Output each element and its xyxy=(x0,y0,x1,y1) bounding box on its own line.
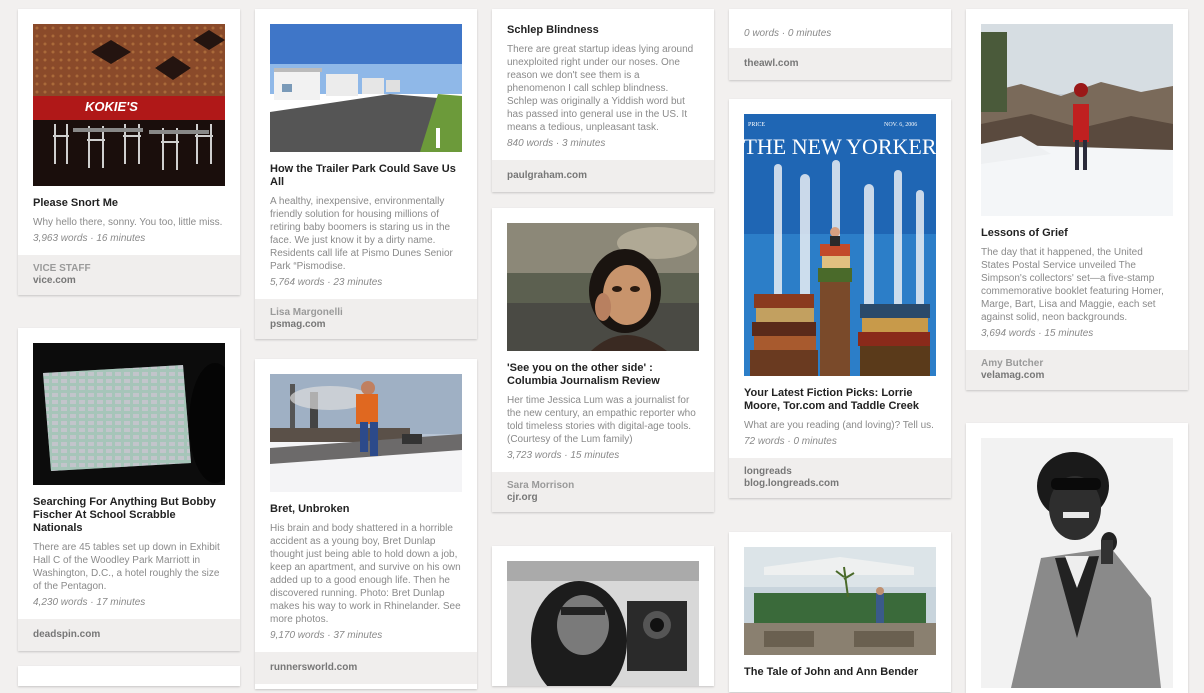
article-description: There are 45 tables set up down in Exhib… xyxy=(33,542,220,592)
article-description: A healthy, inexpensive, environmentally … xyxy=(270,196,453,272)
reading-time: 0 words · 0 minutes xyxy=(744,28,832,39)
article-description: What are you reading (and loving)? Tell … xyxy=(744,420,934,431)
article-description: Her time Jessica Lum was a journalist fo… xyxy=(507,395,696,445)
reading-time: 9,170 words · 37 minutes xyxy=(270,630,383,641)
source-domain[interactable]: paulgraham.com xyxy=(507,170,699,182)
reading-time: 840 words · 3 minutes xyxy=(507,138,606,149)
card-footer: theawl.com xyxy=(729,48,951,80)
article-image[interactable]: PRICE NOV. 6, 2006 THE NEW YORKER xyxy=(744,114,936,376)
article-image[interactable] xyxy=(270,24,462,152)
article-card[interactable] xyxy=(18,666,240,686)
article-title[interactable]: 'See you on the other side' : Columbia J… xyxy=(507,362,699,388)
source-domain[interactable]: velamag.com xyxy=(981,370,1173,382)
article-card[interactable] xyxy=(966,423,1188,693)
reading-time: 4,230 words · 17 minutes xyxy=(33,597,146,608)
article-title[interactable]: Lessons of Grief xyxy=(981,227,1173,240)
reading-time: 3,694 words · 15 minutes xyxy=(981,328,1094,339)
article-image[interactable] xyxy=(981,438,1173,688)
card-footer: deadspin.com xyxy=(18,619,240,651)
article-card[interactable]: Searching For Anything But Bobby Fischer… xyxy=(18,328,240,651)
article-title[interactable]: Searching For Anything But Bobby Fischer… xyxy=(33,496,225,535)
article-description: The day that it happened, the United Sta… xyxy=(981,247,1164,323)
author-name[interactable]: Lisa Margonelli xyxy=(270,307,462,319)
article-description: There are great startup ideas lying arou… xyxy=(507,44,694,133)
reading-time: 3,723 words · 15 minutes xyxy=(507,450,620,461)
article-card[interactable]: PRICE NOV. 6, 2006 THE NEW YORKER Your L… xyxy=(729,99,951,498)
article-title[interactable]: Bret, Unbroken xyxy=(270,503,462,516)
source-domain[interactable]: deadspin.com xyxy=(33,629,225,641)
card-footer: runnersworld.com xyxy=(255,652,477,684)
article-card[interactable]: The Tale of John and Ann Bender xyxy=(729,532,951,692)
reading-time: 5,764 words · 23 minutes xyxy=(270,277,383,288)
source-domain[interactable]: cjr.org xyxy=(507,492,699,504)
article-image[interactable] xyxy=(744,547,936,655)
sign-text: KOKIE'S xyxy=(85,99,138,114)
reading-time: 3,963 words · 16 minutes xyxy=(33,233,146,244)
source-domain[interactable]: runnersworld.com xyxy=(270,662,462,674)
article-description: Why hello there, sonny. You too, little … xyxy=(33,217,223,228)
article-image[interactable] xyxy=(33,343,225,485)
source-domain[interactable]: theawl.com xyxy=(744,58,936,70)
article-card[interactable]: How the Trailer Park Could Save Us All A… xyxy=(255,9,477,339)
article-card[interactable]: Lessons of Grief The day that it happene… xyxy=(966,9,1188,390)
article-title[interactable]: Please Snort Me xyxy=(33,197,225,210)
article-image[interactable] xyxy=(507,561,699,686)
card-footer: paulgraham.com xyxy=(492,160,714,192)
article-title[interactable]: How the Trailer Park Could Save Us All xyxy=(270,163,462,189)
article-card[interactable] xyxy=(492,546,714,686)
article-image[interactable] xyxy=(270,374,462,492)
article-card[interactable]: Bret, Unbroken His brain and body shatte… xyxy=(255,359,477,689)
article-card[interactable]: KOKIE'S Please Snort Me Why hello there,… xyxy=(18,9,240,295)
cover-date: NOV. 6, 2006 xyxy=(884,122,917,128)
author-name[interactable]: longreads xyxy=(744,466,936,478)
magazine-masthead: THE NEW YORKER xyxy=(744,134,936,159)
cover-price: PRICE xyxy=(748,122,765,128)
article-image[interactable] xyxy=(507,223,699,351)
article-title[interactable]: Schlep Blindness xyxy=(507,24,699,37)
article-card[interactable]: 'See you on the other side' : Columbia J… xyxy=(492,208,714,512)
article-description: His brain and body shattered in a horrib… xyxy=(270,523,461,625)
author-name[interactable]: VICE STAFF xyxy=(33,263,225,275)
author-name[interactable]: Sara Morrison xyxy=(507,480,699,492)
article-card[interactable]: 0 words · 0 minutes theawl.com xyxy=(729,9,951,80)
reading-time: 72 words · 0 minutes xyxy=(744,436,837,447)
card-footer: VICE STAFF vice.com xyxy=(18,255,240,295)
article-title[interactable]: Your Latest Fiction Picks: Lorrie Moore,… xyxy=(744,387,936,413)
source-domain[interactable]: psmag.com xyxy=(270,319,462,331)
article-image[interactable] xyxy=(981,24,1173,216)
source-domain[interactable]: vice.com xyxy=(33,275,225,287)
article-card[interactable]: Schlep Blindness There are great startup… xyxy=(492,9,714,192)
author-name[interactable]: Amy Butcher xyxy=(981,358,1173,370)
article-image[interactable]: KOKIE'S xyxy=(33,24,225,186)
card-footer: Sara Morrison cjr.org xyxy=(492,472,714,512)
card-footer: Amy Butcher velamag.com xyxy=(966,350,1188,390)
card-footer: longreads blog.longreads.com xyxy=(729,458,951,498)
source-domain[interactable]: blog.longreads.com xyxy=(744,478,936,490)
card-footer: Lisa Margonelli psmag.com xyxy=(255,299,477,339)
